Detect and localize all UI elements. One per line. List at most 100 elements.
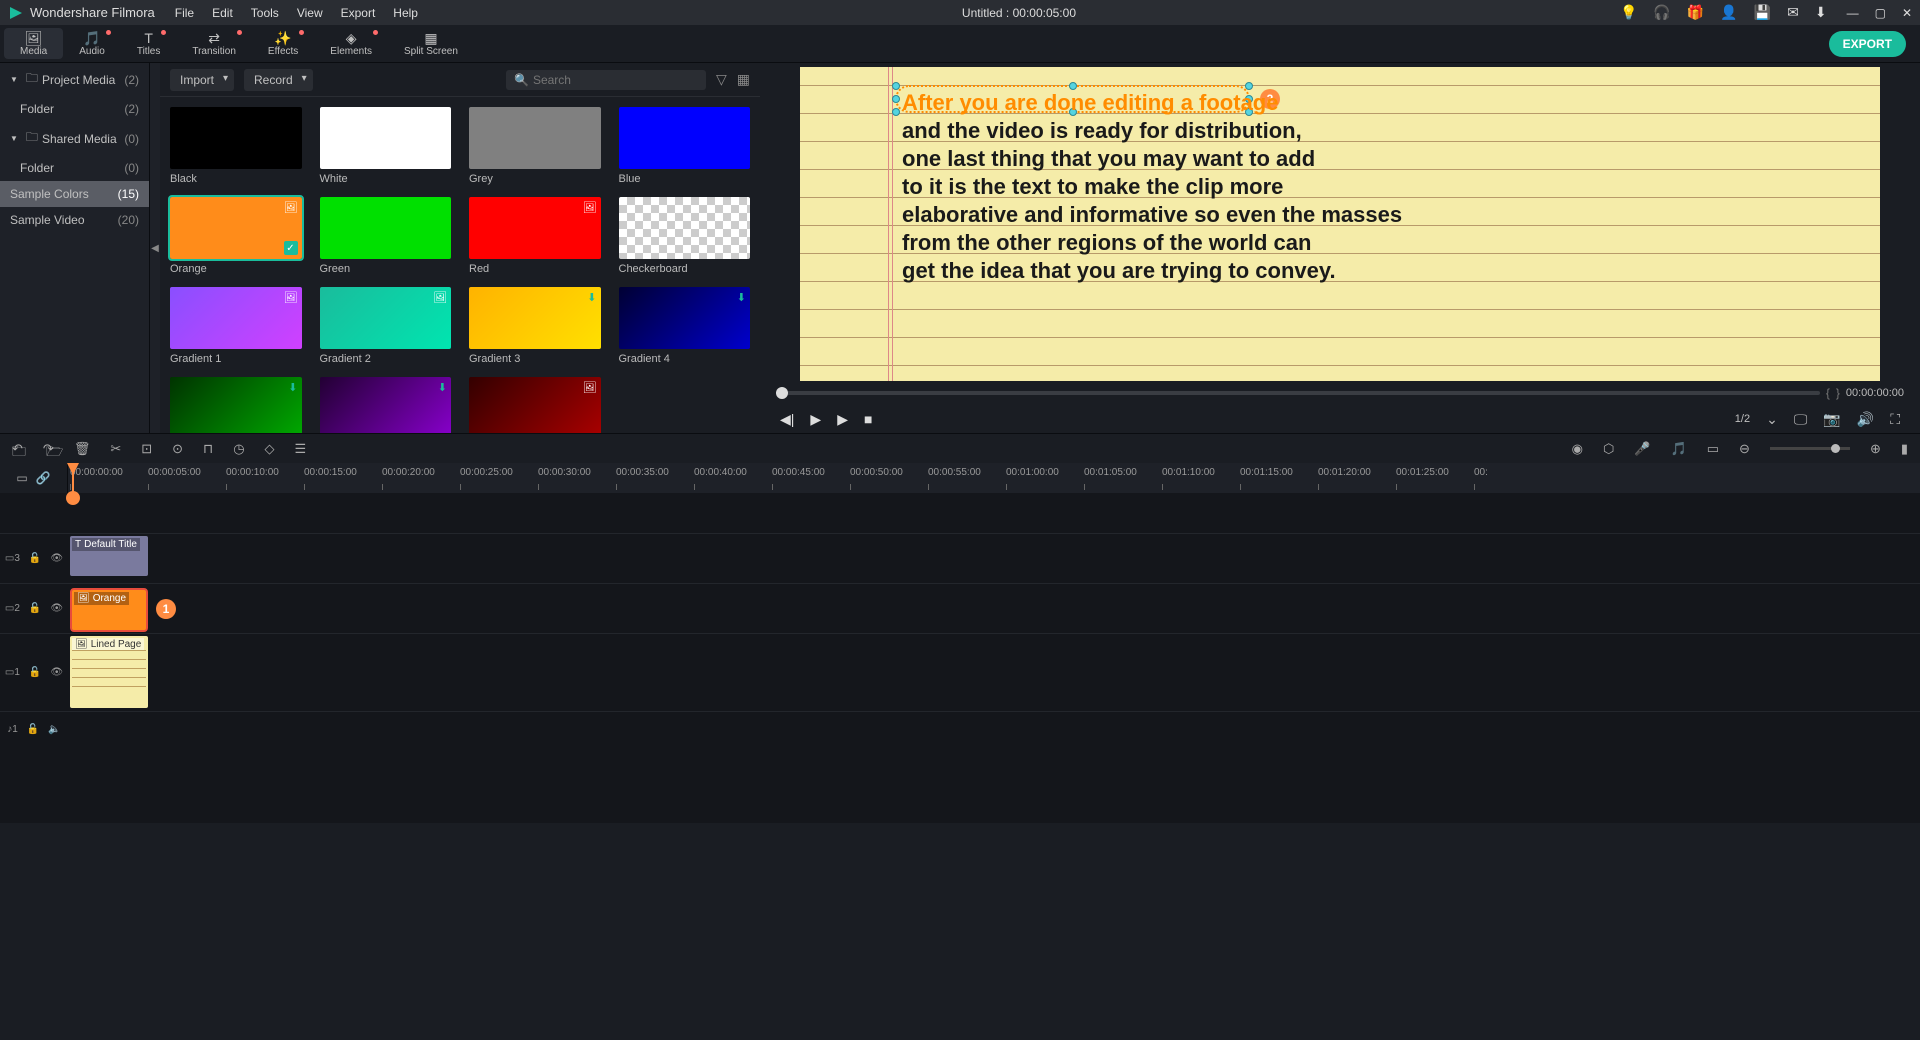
import-dropdown[interactable]: Import (170, 69, 234, 91)
media-thumb[interactable]: ⬇ (619, 287, 751, 349)
menu-file[interactable]: File (175, 6, 194, 20)
media-item-Black[interactable]: Black (170, 107, 302, 185)
scrubber-thumb-icon[interactable] (776, 387, 788, 399)
user-icon[interactable]: 👤 (1720, 4, 1737, 21)
sidebar-item-shared-media[interactable]: ▼🗀Shared Media (0) (0, 122, 149, 155)
settings-icon[interactable]: ☰ (295, 441, 307, 457)
media-thumb[interactable]: ⬇ (170, 377, 302, 433)
sidebar-item-sample-video[interactable]: Sample Video (20) (0, 207, 149, 233)
media-thumb[interactable] (320, 107, 452, 169)
media-thumb[interactable]: ⬇ (469, 287, 601, 349)
lock-icon[interactable]: 🔓 (29, 553, 41, 564)
track-body[interactable] (68, 712, 1920, 747)
preview-scrubber[interactable] (776, 391, 1820, 395)
media-item-Green[interactable]: Green (320, 197, 452, 275)
prev-frame-icon[interactable]: ◀| (780, 411, 794, 428)
lock-icon[interactable]: 🔓 (27, 724, 39, 735)
media-item-Gradient 1[interactable]: 🖼Gradient 1 (170, 287, 302, 365)
sidebar-item-sample-colors[interactable]: Sample Colors (15) (0, 181, 149, 207)
selection-handle-icon[interactable] (892, 108, 900, 116)
sidebar-item-folder-2[interactable]: Folder (0) (0, 155, 149, 181)
visibility-icon[interactable]: 👁 (50, 603, 63, 614)
duration-icon[interactable]: ◷ (233, 441, 244, 457)
filter-icon[interactable]: ▽ (716, 71, 727, 88)
play-icon-2[interactable]: ▶ (837, 411, 848, 428)
media-item-Grey[interactable]: Grey (469, 107, 601, 185)
media-item-Orange[interactable]: 🖼✓Orange (170, 197, 302, 275)
visibility-icon[interactable]: 👁 (50, 667, 63, 678)
media-thumb[interactable] (619, 107, 751, 169)
media-thumb[interactable] (619, 197, 751, 259)
tab-titles[interactable]: T Titles (121, 28, 177, 59)
music-icon[interactable]: 🎵 (1671, 441, 1687, 457)
menu-edit[interactable]: Edit (212, 6, 233, 20)
media-thumb[interactable]: 🖼✓ (170, 197, 302, 259)
new-folder-icon[interactable]: 🗁 (46, 441, 63, 465)
preview-canvas[interactable]: 2 After you are done editing a footagean… (800, 67, 1880, 381)
play-icon[interactable]: ▶ (810, 411, 821, 428)
media-thumb[interactable]: ⬇ (320, 377, 452, 433)
render-icon[interactable]: ◉ (1572, 441, 1583, 457)
save-icon[interactable]: 💾 (1754, 4, 1771, 21)
timeline-link-icon[interactable]: 🔗 (36, 471, 51, 485)
mute-icon[interactable]: 🔈 (48, 724, 60, 735)
media-thumb[interactable] (469, 107, 601, 169)
snapshot-icon[interactable]: 📷 (1823, 411, 1840, 428)
media-item-Gradient 3[interactable]: ⬇Gradient 3 (469, 287, 601, 365)
fullscreen-icon[interactable]: ⛶ (1890, 411, 1900, 428)
tab-audio[interactable]: 🎵 Audio (63, 28, 121, 59)
media-item-Gradient 2[interactable]: 🖼Gradient 2 (320, 287, 452, 365)
media-thumb[interactable]: 🖼 (469, 197, 601, 259)
media-thumb[interactable]: 🖼 (469, 377, 601, 433)
selection-handle-icon[interactable] (892, 82, 900, 90)
lock-icon[interactable]: 🔓 (29, 667, 41, 678)
tab-split-screen[interactable]: ▦ Split Screen (388, 28, 474, 59)
track-body[interactable]: 🖼Lined Page (68, 634, 1920, 711)
menu-help[interactable]: Help (393, 6, 418, 20)
timeline-ruler[interactable]: 00:00:00:0000:00:05:0000:00:10:0000:00:1… (68, 463, 1920, 493)
tab-effects[interactable]: ✨ Effects (252, 28, 314, 59)
track-body[interactable]: 🖼Orange 1 (68, 584, 1920, 633)
bracket-right-icon[interactable]: } (1836, 386, 1840, 400)
zoom-in-icon[interactable]: ⊕ (1870, 441, 1881, 457)
zoom-slider[interactable] (1770, 447, 1850, 450)
lock-icon[interactable]: 🔓 (29, 603, 41, 614)
visibility-icon[interactable]: 👁 (50, 553, 63, 564)
maximize-icon[interactable]: ▢ (1875, 6, 1886, 20)
bracket-left-icon[interactable]: { (1826, 386, 1830, 400)
monitor-icon[interactable]: 🖵 (1794, 411, 1808, 428)
menu-tools[interactable]: Tools (251, 6, 279, 20)
export-button[interactable]: EXPORT (1829, 31, 1906, 57)
marker-icon[interactable]: ⬡ (1603, 441, 1614, 457)
clip-default-title[interactable]: TDefault Title (70, 536, 148, 576)
timeline-match-icon[interactable]: ▭ (16, 471, 27, 485)
track-body[interactable]: TDefault Title (68, 534, 1920, 583)
record-dropdown[interactable]: Record (244, 69, 313, 91)
sidebar-item-folder[interactable]: Folder (2) (0, 96, 149, 122)
media-thumb[interactable]: 🖼 (170, 287, 302, 349)
playhead-knob-icon[interactable] (66, 491, 80, 505)
search-box[interactable]: 🔍 (506, 70, 706, 90)
gift-icon[interactable]: 🎁 (1687, 4, 1704, 21)
keyframe-icon[interactable]: ◇ (265, 441, 275, 457)
speed-icon[interactable]: ⊙ (172, 441, 183, 457)
media-item-Checkerboard[interactable]: Checkerboard (619, 197, 751, 275)
lightbulb-icon[interactable]: 💡 (1620, 4, 1637, 21)
mail-icon[interactable]: ✉ (1787, 4, 1799, 21)
zoom-out-icon[interactable]: ⊖ (1739, 441, 1750, 457)
search-input[interactable] (533, 73, 698, 87)
minimize-icon[interactable]: — (1847, 6, 1859, 20)
chevron-down-icon[interactable]: ⌄ (1766, 411, 1778, 428)
media-thumb[interactable]: 🖼 (320, 287, 452, 349)
mic-icon[interactable]: 🎤 (1634, 441, 1650, 457)
fit-icon[interactable]: ▮ (1901, 441, 1908, 457)
tab-elements[interactable]: ◈ Elements (314, 28, 388, 59)
selection-handle-icon[interactable] (892, 95, 900, 103)
volume-icon[interactable]: 🔊 (1857, 411, 1874, 428)
zoom-thumb-icon[interactable] (1831, 444, 1840, 453)
color-icon[interactable]: ⊓ (203, 441, 213, 457)
media-item-13[interactable]: ⬇ (320, 377, 452, 433)
close-icon[interactable]: ✕ (1902, 6, 1912, 20)
playhead[interactable] (72, 463, 74, 493)
headphones-icon[interactable]: 🎧 (1653, 4, 1670, 21)
